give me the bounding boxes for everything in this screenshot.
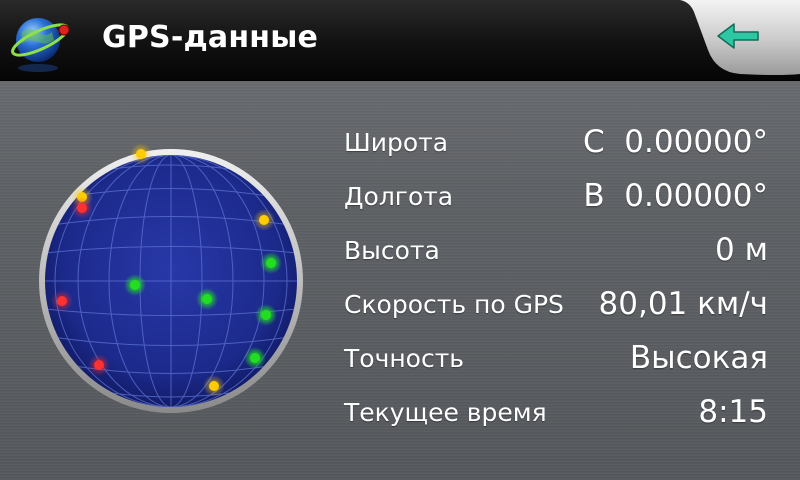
time-value: 8:15 [698,394,768,430]
satellite-marker [124,274,146,296]
satellite-marker [260,252,282,274]
longitude-label: Долгота [344,182,454,211]
longitude-row: Долгота В 0.00000° [344,176,768,230]
satellite-marker [253,209,275,231]
speed-row: Скорость по GPS 80,01 км/ч [344,284,768,338]
satellite-marker [255,304,277,326]
altitude-value: 0 м [715,232,768,268]
longitude-value: В 0.00000° [583,178,768,214]
latitude-label: Широта [344,128,449,157]
satellite-marker [71,197,93,219]
latitude-row: Широта С 0.00000° [344,122,768,176]
speed-value: 80,01 км/ч [598,286,768,322]
satellite-marker [244,347,266,369]
time-label: Текущее время [344,398,547,427]
altitude-label: Высота [344,236,440,265]
gps-info-list: Широта С 0.00000° Долгота В 0.00000° Выс… [344,122,768,446]
header-bar: GPS-данные [0,0,800,81]
globe-satellite-icon [11,18,70,72]
accuracy-row: Точность Высокая [344,338,768,392]
satellite-sky-view [39,143,303,413]
time-row: Текущее время 8:15 [344,392,768,446]
accuracy-label: Точность [344,344,465,373]
altitude-row: Высота 0 м [344,230,768,284]
satellite-marker [88,354,110,376]
latitude-value: С 0.00000° [582,124,768,160]
accuracy-value: Высокая [629,340,768,376]
satellite-marker [196,288,218,310]
speed-label: Скорость по GPS [344,290,564,319]
satellite-marker [203,375,225,397]
satellite-marker [130,143,152,165]
back-button[interactable] [680,0,800,80]
page-title: GPS-данные [102,20,319,55]
satellite-marker [51,290,73,312]
